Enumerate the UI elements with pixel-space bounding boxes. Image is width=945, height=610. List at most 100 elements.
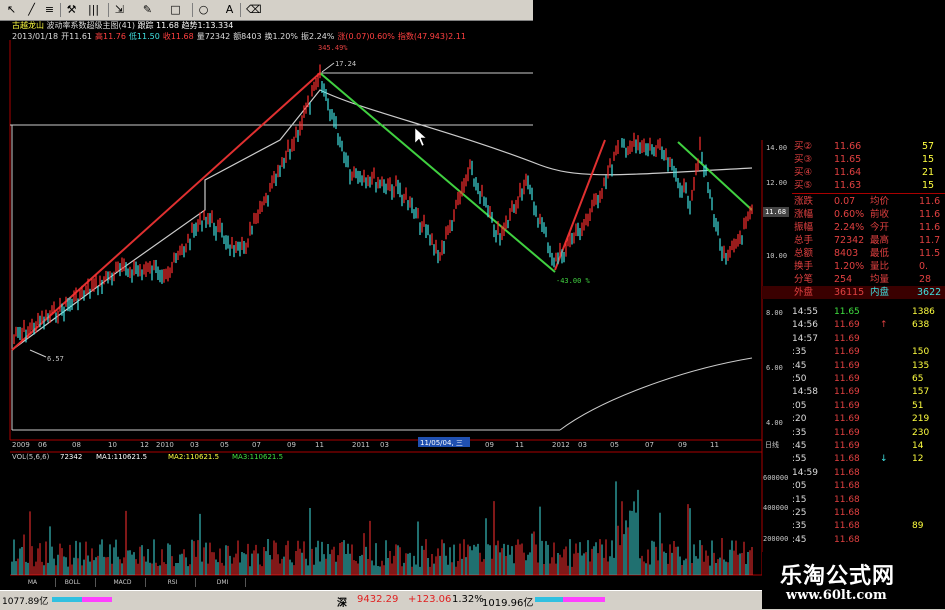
tick-row[interactable]: 14:55 11.65 1386 xyxy=(762,306,945,319)
bars-icon[interactable]: ||| xyxy=(86,2,101,17)
tick-row[interactable]: :45 11.68 xyxy=(762,534,945,547)
stock-name[interactable]: 古越龙山 xyxy=(12,21,44,30)
drop-pct-label: -43.00 % xyxy=(556,277,591,285)
bid-row[interactable]: 买③ 11.65 15 xyxy=(762,153,945,166)
tick-price: 11.69 xyxy=(834,387,860,398)
bid-volume: 15 xyxy=(922,154,935,165)
stat-value-2: 11.7 xyxy=(919,235,941,246)
stat-value: 2.24% xyxy=(834,222,865,233)
tick-price: 11.69 xyxy=(834,414,860,425)
stat-label-2: 均量 xyxy=(870,274,890,285)
info-field: 开11.61 xyxy=(61,32,93,41)
cursor-icon[interactable]: ↖ xyxy=(4,2,19,17)
circle-icon[interactable]: ○ xyxy=(196,2,211,17)
line-icon[interactable]: ╱ xyxy=(24,2,39,17)
tick-row[interactable]: :35 11.69 150 xyxy=(762,346,945,359)
bid-row[interactable]: 买④ 11.64 21 xyxy=(762,166,945,179)
tab-boll[interactable]: BOLL xyxy=(50,578,96,587)
date-highlight-label: 11/05/04, 三 xyxy=(420,439,463,447)
green-trend-line-2 xyxy=(677,141,753,211)
info-field: 收11.68 xyxy=(162,32,194,41)
bid-row[interactable]: 买② 11.66 57 xyxy=(762,140,945,153)
tick-row[interactable]: 14:57 11.69 xyxy=(762,333,945,346)
tick-row[interactable]: 14:59 11.68 xyxy=(762,467,945,480)
bid-row[interactable]: 买⑤ 11.63 15 xyxy=(762,179,945,192)
tick-price: 11.69 xyxy=(834,400,860,411)
watermark-title: 乐淘公式网 xyxy=(780,564,896,589)
date-tick: 05 xyxy=(610,441,619,449)
date-tick: 2010 xyxy=(156,441,174,449)
tick-row[interactable]: :05 11.68 xyxy=(762,480,945,493)
tick-price: 11.68 xyxy=(834,454,860,465)
status-pct: 1.32% xyxy=(452,594,484,605)
status-progress xyxy=(52,597,112,602)
info-field: 指数(47.943)2.11 xyxy=(397,32,466,41)
tick-time: :35 xyxy=(792,347,807,358)
tick-row[interactable]: :45 11.69 135 xyxy=(762,360,945,373)
stat-label-2: 均价 xyxy=(870,196,890,207)
stat-value-2: 0. xyxy=(919,261,929,272)
tick-time: 14:56 xyxy=(792,320,818,331)
tick-row[interactable]: 14:56 11.69 ↑ 638 xyxy=(762,319,945,332)
stat-label: 分笔 xyxy=(794,274,814,285)
date-tick: 08 xyxy=(72,441,81,449)
tick-row[interactable]: :05 11.69 51 xyxy=(762,400,945,413)
pen-icon[interactable]: ✎ xyxy=(140,2,155,17)
tick-arrow: ↓ xyxy=(880,454,888,465)
tick-row[interactable]: :15 11.68 xyxy=(762,494,945,507)
date-tick: 2012 xyxy=(552,441,570,449)
text-icon[interactable]: A xyxy=(222,2,237,17)
date-tick: 07 xyxy=(645,441,654,449)
trend-value: 趋势1:13.334 xyxy=(181,21,234,30)
info-field: 高11.76 xyxy=(95,32,126,41)
status-index: 9432.29 xyxy=(357,594,399,605)
trend-icon[interactable]: ⚒ xyxy=(64,2,79,17)
tick-row[interactable]: :50 11.69 65 xyxy=(762,373,945,386)
tick-row[interactable]: :20 11.69 219 xyxy=(762,413,945,426)
stat-value-2: 11.6 xyxy=(919,209,941,220)
indicator-name[interactable]: 波动率系数超级主图(41) xyxy=(47,21,135,30)
tick-time: :05 xyxy=(792,481,807,492)
tick-volume: 135 xyxy=(912,360,930,371)
tick-price: 11.68 xyxy=(834,481,860,492)
stat-label-2: 今开 xyxy=(870,222,890,233)
toolbar-separator xyxy=(108,3,109,17)
date-tick: 09 xyxy=(678,441,687,449)
tick-row[interactable]: :35 11.68 89 xyxy=(762,520,945,533)
date-tick: 03 xyxy=(578,441,587,449)
tick-row[interactable]: :45 11.69 14 xyxy=(762,440,945,453)
tick-volume: 14 xyxy=(912,441,924,451)
tick-time: :45 xyxy=(792,360,807,371)
tick-time: :45 xyxy=(792,534,807,545)
date-tick: 11 xyxy=(315,441,324,449)
tick-volume: 51 xyxy=(912,400,924,411)
stat-value-2: 11.5 xyxy=(919,248,941,259)
stat-row: 振幅 2.24% 今开 11.6 xyxy=(762,221,945,234)
tick-row[interactable]: :55 11.68 ↓ 12 xyxy=(762,453,945,466)
tick-price: 11.69 xyxy=(834,333,860,344)
tick-price: 11.68 xyxy=(834,508,860,518)
date-tick: 11 xyxy=(515,441,524,449)
stat-row: 涨跌 0.07 均价 11.6 xyxy=(762,195,945,208)
eraser-icon[interactable]: ⌫ xyxy=(246,2,262,17)
tick-time: :05 xyxy=(792,400,807,411)
tick-row[interactable]: :25 11.68 xyxy=(762,507,945,520)
tick-row[interactable]: :35 11.69 230 xyxy=(762,427,945,440)
tab-dmi[interactable]: DMI xyxy=(200,578,246,587)
stat-label-2: 最低 xyxy=(870,248,890,259)
info-field: 涨(0.07)0.60% xyxy=(337,32,395,41)
tick-volume: 12 xyxy=(912,454,924,465)
mouse-cursor-icon xyxy=(414,127,427,147)
date-tick: 10 xyxy=(108,441,117,449)
rect-icon[interactable]: □ xyxy=(168,2,183,17)
multi-line-icon[interactable]: ≡ xyxy=(42,2,57,17)
fib-icon[interactable]: ⇲ xyxy=(112,2,127,17)
stat-label: 振幅 xyxy=(794,222,814,233)
vol-name: VOL(5,6,6) xyxy=(12,453,50,461)
tick-row[interactable]: 14:58 11.69 157 xyxy=(762,386,945,399)
tab-rsi[interactable]: RSI xyxy=(150,578,196,587)
tick-price: 11.65 xyxy=(834,307,860,317)
stat-label-2: 前收 xyxy=(870,209,890,220)
green-trend-line xyxy=(319,72,556,273)
tab-macd[interactable]: MACD xyxy=(100,578,146,587)
